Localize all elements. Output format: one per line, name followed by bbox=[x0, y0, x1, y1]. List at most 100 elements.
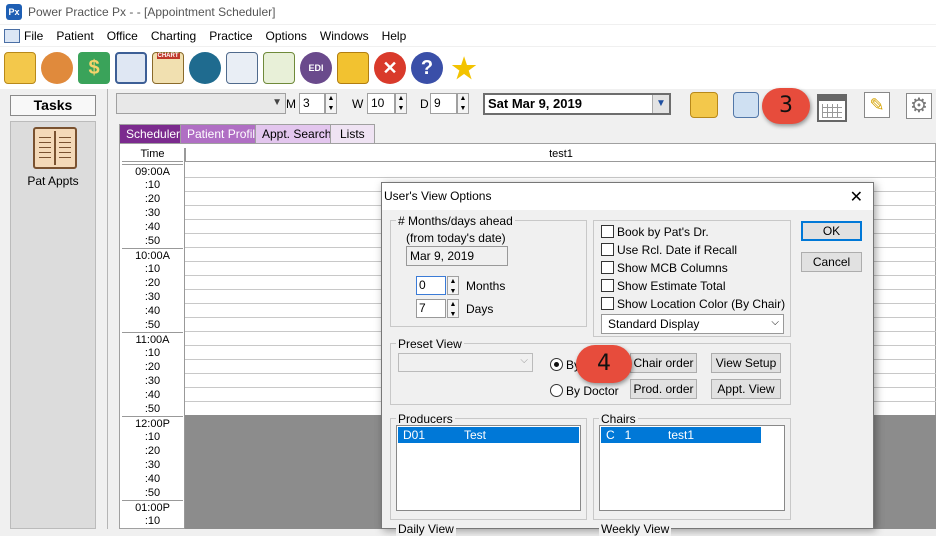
view-setup-button[interactable]: View Setup bbox=[711, 353, 781, 373]
step-4-number: 4 bbox=[597, 351, 611, 376]
time-slot-row[interactable] bbox=[185, 177, 936, 178]
gift-icon[interactable] bbox=[337, 52, 369, 84]
from-today-label: (from today's date) bbox=[406, 231, 506, 245]
weeks-field[interactable]: 10 bbox=[367, 93, 395, 114]
appt-view-button[interactable]: Appt. View bbox=[711, 379, 781, 399]
close-icon[interactable]: ✕ bbox=[374, 52, 406, 84]
menu-file[interactable]: File bbox=[24, 29, 43, 43]
use-rcl-date-checkbox[interactable] bbox=[601, 243, 614, 256]
tasks-button[interactable]: Tasks bbox=[10, 95, 96, 116]
months-field[interactable]: 3 bbox=[299, 93, 325, 114]
date-picker[interactable]: Sat Mar 9, 2019 ▼ bbox=[483, 93, 671, 115]
time-slot-label: :40 bbox=[144, 221, 161, 233]
months-ahead-value: 0 bbox=[419, 278, 426, 292]
cancel-button[interactable]: Cancel bbox=[801, 252, 862, 272]
menu-options[interactable]: Options bbox=[266, 29, 307, 43]
app-icon: Px bbox=[6, 4, 22, 20]
chart-icon[interactable]: CHART bbox=[152, 52, 184, 84]
tab-appt-search[interactable]: Appt. Search bbox=[255, 124, 339, 143]
time-slot-label: :20 bbox=[144, 277, 161, 289]
show-location-color-checkbox[interactable] bbox=[601, 297, 614, 310]
pat-appts-label: Pat Appts bbox=[27, 174, 79, 188]
mail-icon[interactable] bbox=[226, 52, 258, 84]
pencil-icon[interactable]: ✎ bbox=[864, 92, 890, 118]
days-ahead-field[interactable]: 7 bbox=[416, 299, 446, 318]
days-ahead-label: Days bbox=[466, 302, 494, 316]
time-slot-label: :10 bbox=[144, 515, 161, 527]
money-icon[interactable]: $ bbox=[78, 52, 110, 84]
months-spinner[interactable]: ▲ ▼ bbox=[325, 93, 337, 114]
menu-office[interactable]: Office bbox=[107, 29, 138, 43]
time-slot-label: :50 bbox=[144, 403, 161, 415]
time-slot-label: :20 bbox=[144, 193, 161, 205]
chair-order-button[interactable]: Chair order bbox=[630, 353, 697, 373]
menu-patient[interactable]: Patient bbox=[56, 29, 93, 43]
window-menu-icon[interactable] bbox=[4, 28, 20, 43]
book-by-dr-checkbox[interactable] bbox=[601, 225, 614, 238]
months-ahead-spinner[interactable]: ▲ ▼ bbox=[447, 276, 459, 295]
preset-view-select[interactable]: ⌵ bbox=[398, 353, 533, 372]
chair-name: test1 bbox=[668, 428, 695, 442]
time-slot-label: :50 bbox=[144, 487, 161, 499]
open-folder-icon[interactable] bbox=[4, 52, 36, 84]
book-by-dr-label: Book by Pat's Dr. bbox=[617, 225, 709, 239]
weeks-spinner[interactable]: ▲ ▼ bbox=[395, 93, 407, 114]
chevron-down-icon: ⌵ bbox=[520, 355, 528, 366]
months-days-group-label: # Months/days ahead bbox=[396, 214, 515, 228]
time-slot-label: :10 bbox=[144, 179, 161, 191]
months-ahead-field[interactable]: 0 bbox=[416, 276, 446, 295]
time-slot-label: 11:00A bbox=[122, 332, 183, 346]
calendar-icon[interactable] bbox=[817, 94, 847, 122]
checklist-icon[interactable] bbox=[263, 52, 295, 84]
weeks-label: W bbox=[352, 97, 364, 111]
days-spinner[interactable]: ▲ ▼ bbox=[457, 93, 469, 114]
patients-icon[interactable] bbox=[41, 52, 73, 84]
camera-icon[interactable] bbox=[189, 52, 221, 84]
menu-windows[interactable]: Windows bbox=[320, 29, 369, 43]
ok-button[interactable]: OK bbox=[801, 221, 862, 241]
help-icon[interactable]: ? bbox=[411, 52, 443, 84]
time-slot-label: :20 bbox=[144, 361, 161, 373]
show-mcb-columns-checkbox[interactable] bbox=[601, 261, 614, 274]
tab-scheduler[interactable]: Scheduler bbox=[119, 124, 188, 143]
chair-column-header: test1 bbox=[185, 148, 936, 162]
by-doctor-radio[interactable] bbox=[550, 384, 563, 397]
provider-select[interactable]: ▼ bbox=[116, 93, 286, 114]
menu-practice[interactable]: Practice bbox=[209, 29, 252, 43]
time-slot-label: :10 bbox=[144, 431, 161, 443]
show-estimate-total-checkbox[interactable] bbox=[601, 279, 614, 292]
weeks-value: 10 bbox=[371, 96, 385, 110]
show-location-color-label: Show Location Color (By Chair) bbox=[617, 297, 786, 311]
edi-icon[interactable]: EDI bbox=[300, 52, 332, 84]
menu-bar: File Patient Office Charting Practice Op… bbox=[0, 25, 936, 46]
menu-help[interactable]: Help bbox=[382, 29, 407, 43]
open-folder-icon[interactable] bbox=[690, 92, 718, 118]
prod-order-button[interactable]: Prod. order bbox=[630, 379, 697, 399]
time-slot-label: :10 bbox=[144, 347, 161, 359]
days-ahead-spinner[interactable]: ▲ ▼ bbox=[447, 299, 459, 318]
use-rcl-date-label: Use Rcl. Date if Recall bbox=[617, 243, 738, 257]
patient-card-icon[interactable] bbox=[733, 92, 759, 118]
chair-row[interactable]: C 1 test1 bbox=[601, 427, 761, 443]
tab-lists[interactable]: Lists bbox=[330, 124, 375, 143]
producer-row[interactable]: D01 Test bbox=[398, 427, 579, 443]
display-mode-select[interactable]: Standard Display ⌵ bbox=[601, 314, 784, 334]
daily-view-group-label: Daily View bbox=[396, 522, 456, 536]
producers-group-label: Producers bbox=[396, 412, 455, 426]
days-value: 9 bbox=[434, 96, 441, 110]
book-icon[interactable] bbox=[115, 52, 147, 84]
star-icon[interactable]: ★ bbox=[448, 52, 480, 84]
dialog-close-icon[interactable]: ✕ bbox=[850, 187, 863, 207]
gear-icon[interactable]: ⚙ bbox=[906, 93, 932, 119]
menu-charting[interactable]: Charting bbox=[151, 29, 196, 43]
time-slot-label: 12:00P bbox=[122, 416, 183, 430]
days-field[interactable]: 9 bbox=[430, 93, 457, 114]
by-chair-radio[interactable] bbox=[550, 358, 563, 371]
pat-appts-icon[interactable] bbox=[33, 127, 77, 169]
date-dropdown-button[interactable]: ▼ bbox=[652, 95, 669, 113]
time-column-header: Time bbox=[122, 148, 183, 162]
time-slot-label: :40 bbox=[144, 389, 161, 401]
step-4-callout: 4 bbox=[576, 345, 632, 383]
edi-icon-label: EDI bbox=[308, 63, 324, 73]
days-ahead-value: 7 bbox=[419, 301, 426, 315]
